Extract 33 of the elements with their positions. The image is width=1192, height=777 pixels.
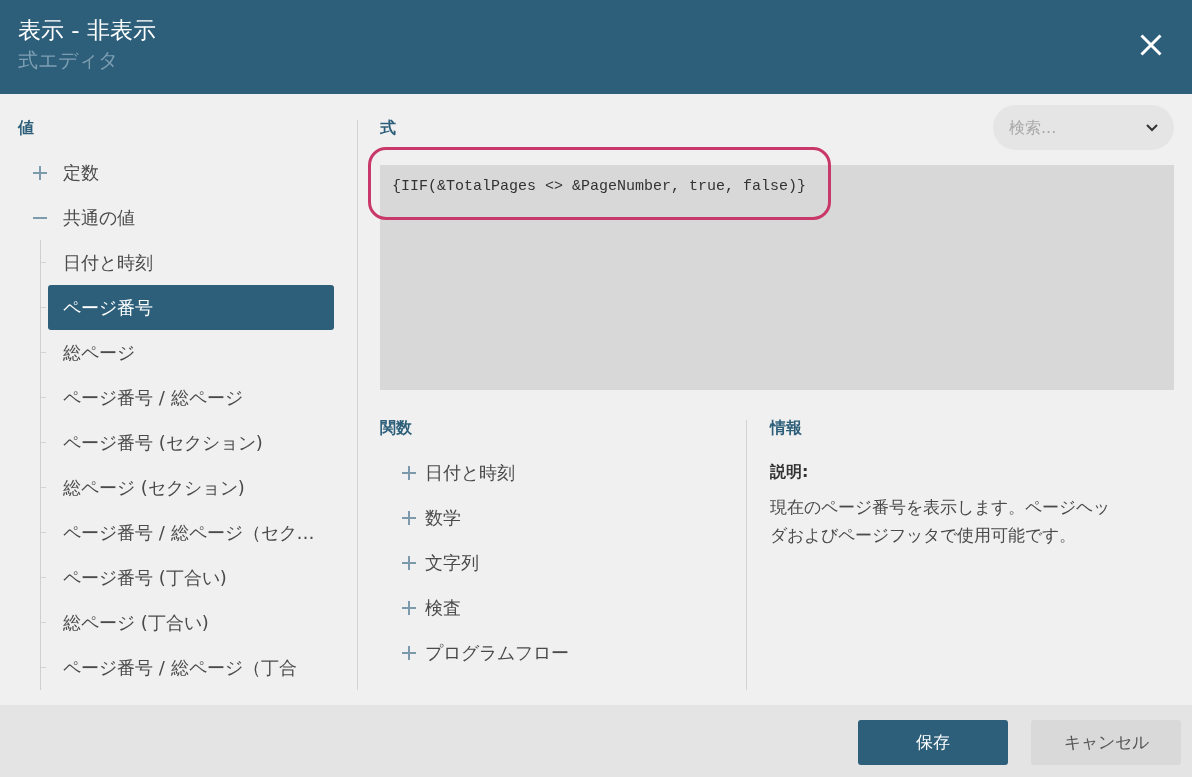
tree-item[interactable]: 総ページ — [48, 330, 334, 375]
expression-text: {IIF(&TotalPages <> &PageNumber, true, false)} — [392, 178, 807, 195]
tree-item[interactable]: 日付と時刻 — [48, 240, 334, 285]
tree-item[interactable]: ページ番号 — [48, 285, 334, 330]
close-icon — [1140, 34, 1162, 56]
tree-item[interactable]: プログラムフロー — [380, 630, 746, 675]
section-heading: 関数 — [380, 420, 413, 436]
tree-item[interactable]: ページ番号 / 総ページ — [48, 375, 334, 420]
search-input[interactable]: 検索... — [1009, 118, 1146, 137]
section-heading: 式 — [380, 119, 396, 136]
save-button[interactable]: 保存 — [858, 720, 1008, 765]
tree-item[interactable]: 数学 — [380, 495, 746, 540]
tree-item[interactable]: ページ番号 / 総ページ（丁合 — [48, 645, 334, 690]
section-heading: 情報 — [770, 420, 803, 436]
cancel-button[interactable]: キャンセル — [1031, 720, 1181, 765]
tree-item[interactable]: ページ番号 (丁合い) — [48, 555, 334, 600]
tree-item[interactable]: ページ番号 / 総ページ（セク… — [48, 510, 334, 555]
tree-item[interactable]: 総ページ (丁合い) — [48, 600, 334, 645]
info-label: 説明: — [770, 461, 810, 483]
tree-item[interactable]: 共通の値 — [18, 195, 304, 240]
chevron-down-icon — [1146, 123, 1158, 132]
tree-item[interactable]: 検査 — [380, 585, 746, 630]
section-heading: 値 — [18, 120, 35, 136]
dialog-subtitle: 式エディタ — [18, 47, 119, 74]
search-dropdown[interactable]: 検索... — [993, 105, 1174, 150]
tree-item[interactable]: ページ番号 (セクション) — [48, 420, 334, 465]
tree-item[interactable]: 文字列 — [380, 540, 746, 585]
info-description: 現在のページ番号を表示します。ページヘッダおよびページフッタで使用可能です。 — [770, 496, 1111, 547]
tree-item[interactable]: 定数 — [18, 150, 304, 195]
tree-item[interactable]: 総ページ (セクション) — [48, 465, 334, 510]
close-button[interactable] — [1140, 34, 1162, 56]
tree-item[interactable]: 日付と時刻 — [380, 450, 746, 495]
dialog-title: 表示 - 非表示 — [18, 16, 156, 45]
